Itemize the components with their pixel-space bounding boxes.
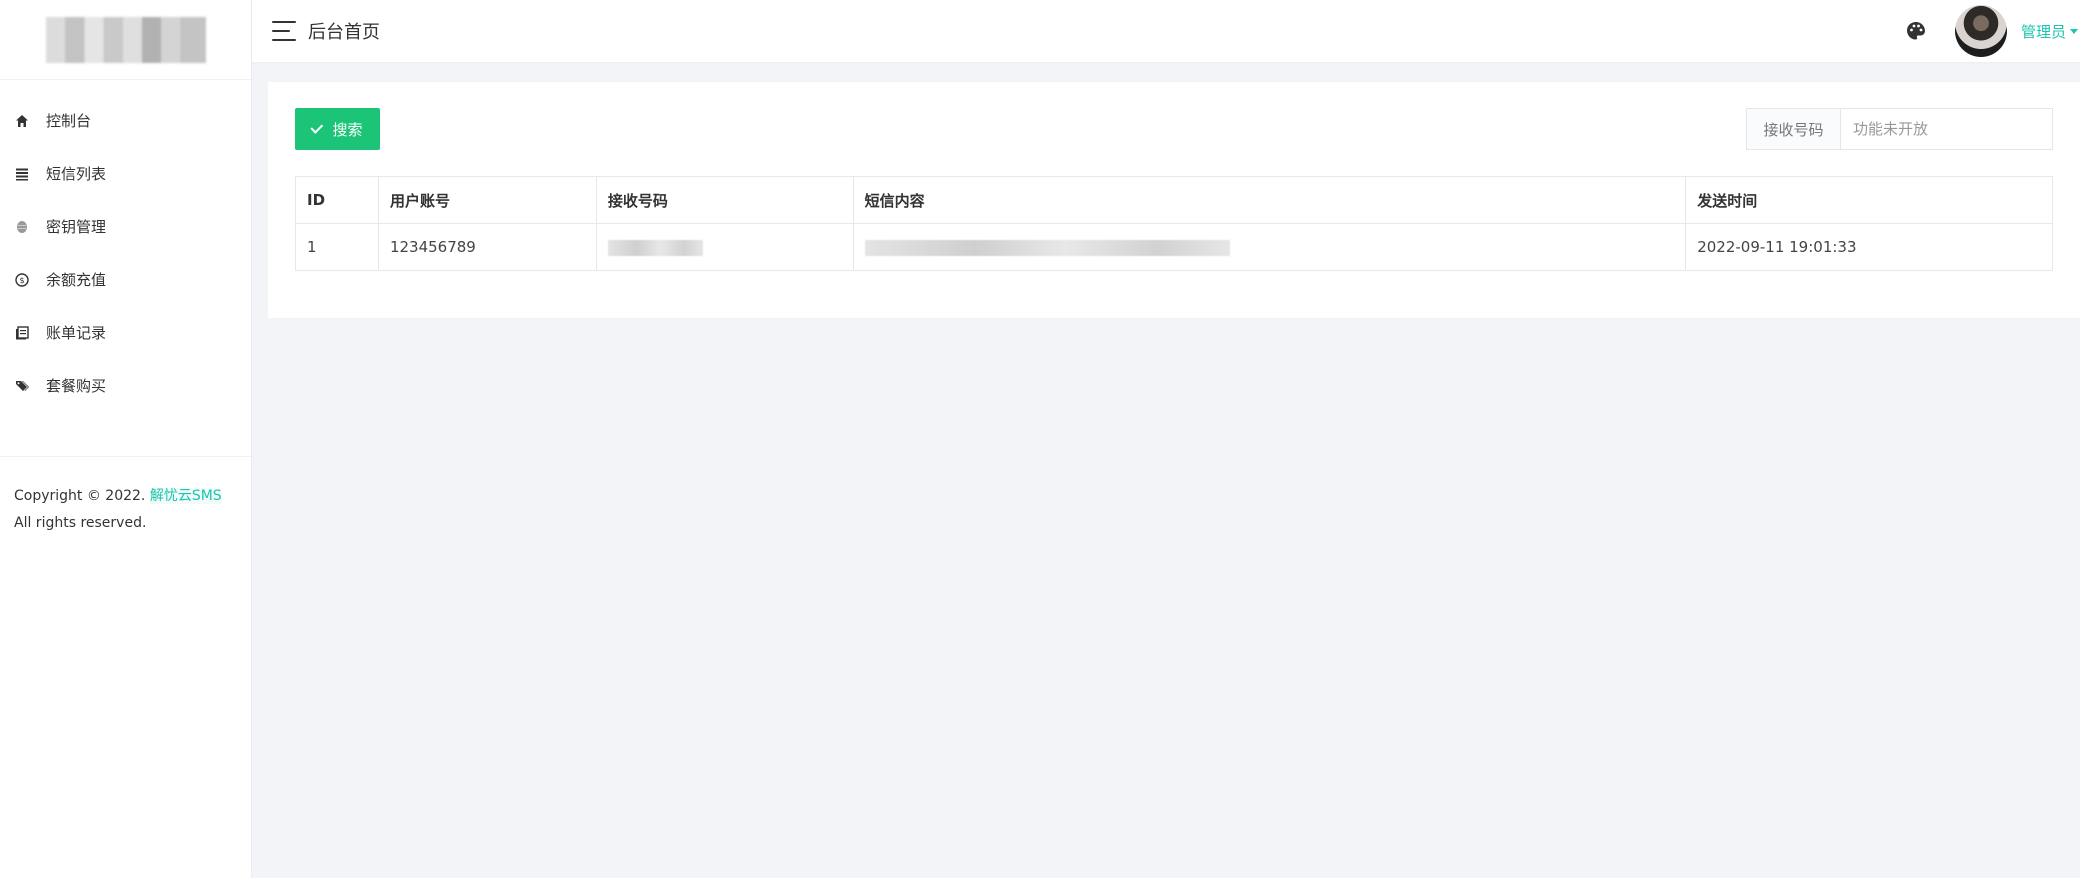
book-icon (14, 325, 30, 341)
receiver-number-input[interactable] (1841, 109, 2052, 149)
sidebar: 控制台 短信列表 密钥管理 $ 余额充值 账单记录 套餐购买 Copyright… (0, 0, 252, 878)
column-header-sms-content[interactable]: 短信内容 (852, 176, 1687, 224)
sidebar-item-sms-list[interactable]: 短信列表 (0, 147, 251, 200)
avatar[interactable] (1954, 5, 2007, 57)
sidebar-item-label: 账单记录 (46, 324, 107, 342)
sidebar-item-label: 控制台 (46, 112, 92, 130)
column-header-user-account[interactable]: 用户账号 (377, 176, 597, 224)
column-header-receiver-number[interactable]: 接收号码 (595, 176, 854, 224)
receiver-filter: 接收号码 (1746, 108, 2053, 150)
key-icon (14, 219, 30, 235)
check-icon (310, 120, 324, 134)
top-header: 后台首页 管理员 (252, 0, 2080, 62)
menu-toggle-icon[interactable] (272, 21, 296, 41)
svg-text:$: $ (19, 276, 24, 285)
cell-receiver-number (595, 223, 854, 271)
header-right: 管理员 (1905, 0, 2080, 62)
cell-user-account: 123456789 (377, 223, 597, 271)
search-button-label: 搜索 (332, 121, 363, 139)
copyright-prefix: Copyright © 2022. (14, 488, 146, 504)
copyright-suffix: All rights reserved. (14, 515, 147, 531)
cell-sms-content (852, 223, 1687, 271)
copyright-brand-link[interactable]: 解忧云SMS (149, 488, 222, 504)
page-title: 后台首页 (308, 22, 380, 43)
sidebar-item-key-management[interactable]: 密钥管理 (0, 200, 251, 253)
redacted-receiver-number (607, 239, 703, 256)
logo-area (0, 0, 251, 80)
redacted-sms-content (864, 239, 1230, 256)
chevron-down-icon[interactable] (2070, 28, 2078, 34)
list-icon (14, 166, 30, 182)
logo[interactable] (45, 16, 206, 63)
sidebar-item-label: 密钥管理 (46, 218, 107, 236)
cell-id: 1 (295, 223, 379, 271)
sidebar-item-label: 余额充值 (46, 271, 107, 289)
column-header-id[interactable]: ID (295, 176, 379, 224)
table-header-row: ID 用户账号 接收号码 短信内容 发送时间 (295, 176, 2053, 224)
cell-send-time: 2022-09-11 19:01:33 (1685, 223, 2053, 271)
palette-icon[interactable] (1905, 20, 1927, 42)
sms-list-panel: 搜索 接收号码 ID 用户账号 接收号码 短信内容 发送时间 1 1234567… (268, 82, 2080, 318)
copyright: Copyright © 2022. 解忧云SMS All rights rese… (0, 457, 251, 537)
table-row[interactable]: 1 123456789 2022-09-11 19:01:33 (295, 223, 2053, 271)
receiver-filter-label: 接收号码 (1747, 109, 1841, 149)
sidebar-item-package-purchase[interactable]: 套餐购买 (0, 359, 251, 412)
column-header-send-time[interactable]: 发送时间 (1685, 176, 2053, 224)
sidebar-nav: 控制台 短信列表 密钥管理 $ 余额充值 账单记录 套餐购买 (0, 80, 251, 412)
coin-icon: $ (14, 272, 30, 288)
sidebar-item-label: 套餐购买 (46, 377, 107, 395)
home-icon (14, 113, 30, 129)
user-menu[interactable]: 管理员 (2021, 21, 2066, 42)
sms-table: ID 用户账号 接收号码 短信内容 发送时间 1 123456789 2022-… (295, 176, 2053, 271)
sidebar-item-recharge[interactable]: $ 余额充值 (0, 253, 251, 306)
sidebar-item-label: 短信列表 (46, 165, 107, 183)
search-button[interactable]: 搜索 (295, 108, 380, 150)
sidebar-item-bill-records[interactable]: 账单记录 (0, 306, 251, 359)
sidebar-item-dashboard[interactable]: 控制台 (0, 94, 251, 147)
tags-icon (14, 378, 30, 394)
